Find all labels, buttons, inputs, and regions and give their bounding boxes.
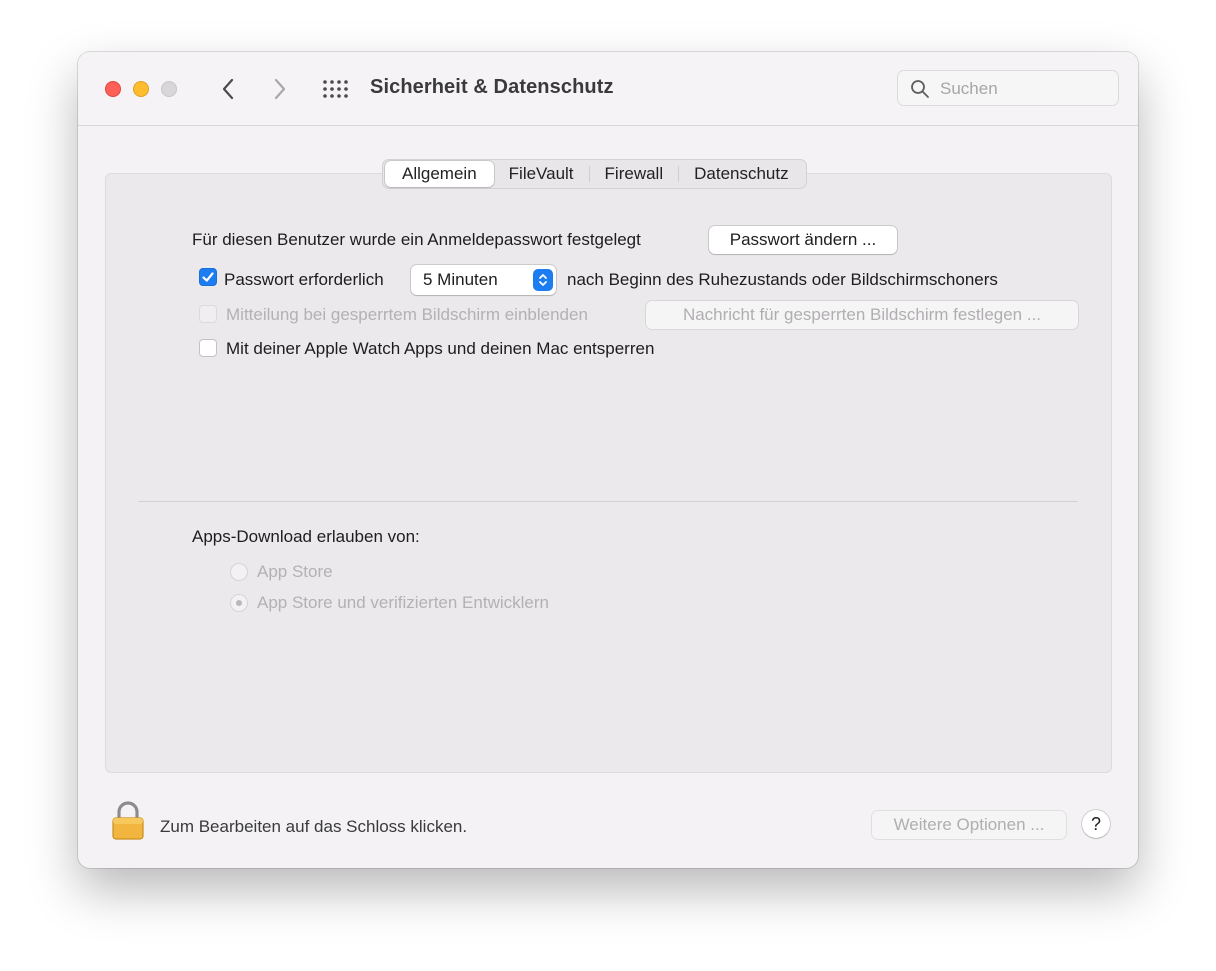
back-button[interactable] xyxy=(214,74,242,104)
minimize-dot-icon[interactable] xyxy=(133,81,149,97)
chevron-right-icon xyxy=(274,78,286,100)
close-dot-icon[interactable] xyxy=(105,81,121,97)
checkmark-icon xyxy=(202,272,214,282)
radio-selected-dot xyxy=(236,600,242,606)
password-delay-suffix: nach Beginn des Ruhezustands oder Bildsc… xyxy=(567,270,998,289)
password-delay-value: 5 Minuten xyxy=(423,270,498,289)
apple-watch-unlock-checkbox[interactable] xyxy=(199,339,217,357)
help-button[interactable]: ? xyxy=(1082,810,1110,838)
change-password-button[interactable]: Passwort ändern ... xyxy=(709,226,897,254)
lock-button[interactable] xyxy=(111,801,145,846)
search-field[interactable] xyxy=(897,70,1119,106)
zoom-dot-icon[interactable] xyxy=(161,81,177,97)
chevron-left-icon xyxy=(222,78,234,100)
chevron-up-down-icon xyxy=(533,269,553,291)
section-divider xyxy=(138,501,1078,502)
lock-message-label: Mitteilung bei gesperrtem Bildschirm ein… xyxy=(226,305,588,324)
radio-app-store[interactable] xyxy=(230,563,248,581)
radio-app-store-verified[interactable] xyxy=(230,594,248,612)
apple-watch-unlock-label: Mit deiner Apple Watch Apps und deinen M… xyxy=(226,339,655,358)
preferences-window: Sicherheit & Datenschutz Allgemein FileV… xyxy=(78,52,1138,868)
password-delay-select[interactable]: 5 Minuten xyxy=(411,265,556,295)
tab-firewall[interactable]: Firewall xyxy=(590,161,679,187)
lock-icon xyxy=(112,801,144,840)
radio-app-store-verified-label: App Store und verifizierten Entwicklern xyxy=(257,593,549,612)
tab-filevault[interactable]: FileVault xyxy=(494,161,589,187)
radio-app-store-label: App Store xyxy=(257,562,333,581)
search-icon xyxy=(911,80,929,98)
more-options-button[interactable]: Weitere Optionen ... xyxy=(872,811,1066,839)
tab-datenschutz[interactable]: Datenschutz xyxy=(679,161,804,187)
search-input[interactable] xyxy=(938,77,1112,101)
lock-message-checkbox[interactable] xyxy=(199,305,217,323)
tab-content-panel xyxy=(105,173,1112,773)
tab-bar: Allgemein FileVault Firewall Datenschutz xyxy=(382,159,807,189)
require-password-label: Passwort erforderlich xyxy=(224,270,384,289)
require-password-checkbox[interactable] xyxy=(199,268,217,286)
titlebar: Sicherheit & Datenschutz xyxy=(78,52,1138,126)
set-lock-message-button[interactable]: Nachricht für gesperrten Bildschirm fest… xyxy=(646,301,1078,329)
forward-button[interactable] xyxy=(266,74,294,104)
lock-hint-label: Zum Bearbeiten auf das Schloss klicken. xyxy=(160,817,468,836)
window-title: Sicherheit & Datenschutz xyxy=(370,76,614,98)
password-set-label: Für diesen Benutzer wurde ein Anmeldepas… xyxy=(192,230,641,249)
tab-allgemein[interactable]: Allgemein xyxy=(385,161,494,187)
show-all-button[interactable] xyxy=(322,80,350,98)
grid-icon xyxy=(323,80,348,98)
downloads-label: Apps-Download erlauben von: xyxy=(192,527,420,546)
